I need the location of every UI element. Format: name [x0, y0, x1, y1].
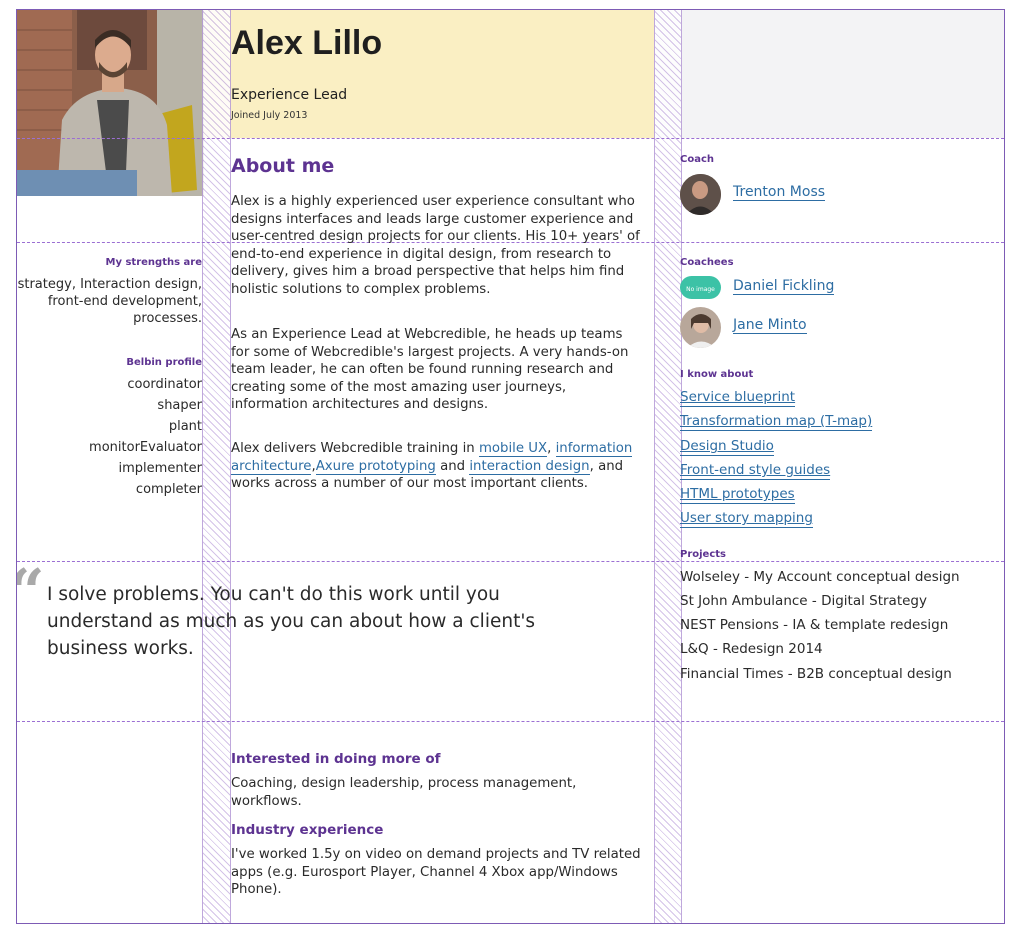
know-about-link[interactable]: Design Studio — [680, 438, 774, 456]
no-image-avatar[interactable]: No image — [680, 276, 721, 299]
separator-text: , — [547, 441, 556, 456]
training-intro-text: Alex delivers Webcredible training in — [231, 441, 479, 456]
quote-text: I solve problems. You can't do this work… — [47, 584, 536, 659]
gutter-right — [654, 10, 682, 923]
know-about-link[interactable]: Front-end style guides — [680, 462, 831, 480]
belbin-item: shaper — [157, 398, 202, 413]
coachee-link-jane-minto[interactable]: Jane Minto — [733, 317, 807, 334]
axure-prototyping-link[interactable]: Axure prototyping — [315, 458, 436, 475]
project-item: St John Ambulance - Digital Strategy — [680, 593, 927, 609]
project-item: Financial Times - B2B conceptual design — [680, 666, 952, 682]
project-item: NEST Pensions - IA & template redesign — [680, 617, 949, 633]
belbin-label: Belbin profile — [126, 357, 202, 368]
about-heading: About me — [231, 155, 335, 177]
know-about-label: I know about — [680, 369, 754, 380]
about-paragraph-1: Alex is a highly experienced user experi… — [231, 194, 640, 297]
gutter-left — [202, 10, 231, 923]
interaction-design-link[interactable]: interaction design — [469, 458, 590, 475]
belbin-item: implementer — [118, 461, 202, 476]
profile-role: Experience Lead — [231, 87, 348, 103]
profile-name: Alex Lillo — [231, 24, 383, 62]
social-band — [654, 10, 1004, 138]
no-image-text: No image — [686, 286, 715, 293]
portrait-illustration — [17, 10, 204, 196]
projects-label: Projects — [680, 549, 727, 560]
guide-line — [17, 138, 1004, 139]
strengths-text: strategy, Interaction design, front-end … — [17, 277, 202, 326]
coach-label: Coach — [680, 154, 715, 165]
belbin-item: coordinator — [127, 377, 202, 392]
interested-heading: Interested in doing more of — [231, 751, 441, 767]
coachee-link-daniel-fickling[interactable]: Daniel Fickling — [733, 278, 835, 295]
project-item: Wolseley - My Account conceptual design — [680, 569, 960, 585]
industry-heading: Industry experience — [231, 822, 384, 838]
industry-text: I've worked 1.5y on video on demand proj… — [231, 847, 641, 898]
coach-avatar[interactable] — [680, 174, 721, 215]
coachees-label: Coachees — [680, 257, 734, 268]
know-about-link[interactable]: User story mapping — [680, 510, 813, 528]
guide-line — [17, 561, 1004, 562]
mobile-ux-link[interactable]: mobile UX — [478, 441, 548, 457]
quote-mark-icon: “ — [17, 555, 45, 628]
coach-link[interactable]: Trenton Moss — [733, 184, 826, 201]
strengths-label: My strengths are — [105, 257, 202, 268]
separator-text: and — [435, 458, 470, 474]
profile-page: Alex Lillo Experience Lead Joined July 2… — [16, 9, 1005, 924]
profile-photo — [17, 10, 204, 196]
know-about-link[interactable]: Service blueprint — [680, 389, 796, 407]
belbin-item: monitorEvaluator — [89, 440, 202, 455]
belbin-item: completer — [135, 482, 202, 497]
about-paragraph-3: Alex delivers Webcredible training in mo… — [231, 440, 641, 493]
about-paragraph-2: As an Experience Lead at Webcredible, he… — [231, 327, 629, 413]
know-about-link[interactable]: Transformation map (T-map) — [680, 413, 873, 431]
guide-line — [17, 721, 1004, 722]
belbin-item: plant — [168, 419, 202, 434]
know-about-link[interactable]: HTML prototypes — [680, 486, 795, 504]
joined-date: Joined July 2013 — [231, 110, 308, 121]
project-item: L&Q - Redesign 2014 — [680, 641, 823, 657]
coachee-avatar[interactable] — [680, 307, 721, 348]
interested-text: Coaching, design leadership, process man… — [231, 776, 577, 809]
